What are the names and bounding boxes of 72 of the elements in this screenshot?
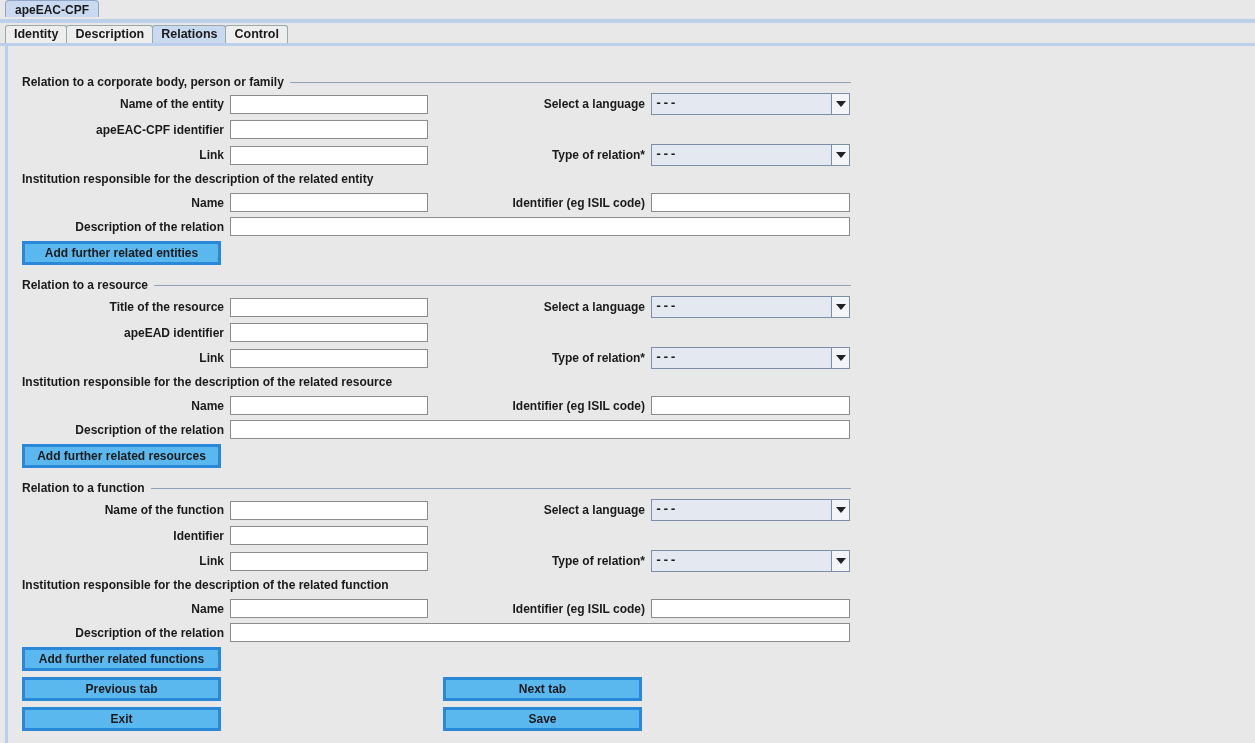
dropdown[interactable]: --- [651, 296, 850, 318]
field-label: Identifier [172, 527, 224, 545]
text-field[interactable] [230, 623, 850, 642]
field-label: Name of the entity [119, 96, 224, 113]
text-field[interactable] [230, 420, 850, 439]
text-field[interactable] [230, 297, 428, 317]
field-label: Select a language [542, 96, 645, 113]
add-button[interactable]: Add further related resources [22, 444, 221, 468]
add-button[interactable]: Add further related entities [22, 241, 221, 265]
dropdown-arrow-icon [835, 101, 846, 107]
text-field[interactable] [230, 217, 850, 236]
text-field[interactable] [651, 396, 850, 415]
tab[interactable]: Description [66, 25, 154, 43]
text-field[interactable] [230, 500, 428, 520]
nav-button[interactable]: Next tab [443, 677, 642, 701]
nav-button[interactable]: Exit [22, 707, 221, 731]
text-field[interactable] [230, 193, 428, 212]
field-label: Select a language [542, 299, 645, 316]
dropdown[interactable]: --- [651, 347, 850, 369]
field-label: Name [190, 397, 224, 415]
text-field[interactable] [230, 94, 428, 114]
field-label: Description of the relation [74, 218, 224, 236]
field-label: Description of the relation [74, 421, 224, 439]
tab[interactable]: Relations [152, 25, 227, 43]
field-label: Identifier (eg ISIL code) [511, 600, 645, 618]
field-label: Link [198, 147, 224, 164]
field-label: Link [198, 553, 224, 570]
field-label: Name of the function [103, 502, 224, 519]
field-label: Name [190, 194, 224, 212]
section-title: Relation to a corporate body, person or family [22, 74, 284, 91]
dropdown[interactable]: --- [651, 144, 850, 166]
field-label: Name [190, 600, 224, 618]
dropdown[interactable]: --- [651, 550, 850, 572]
subheading: Institution responsible for the description of the related entity [22, 171, 375, 188]
text-field[interactable] [230, 396, 428, 415]
text-field[interactable] [230, 599, 428, 618]
text-field[interactable] [230, 145, 428, 165]
dropdown-arrow-icon [835, 507, 846, 513]
text-field[interactable] [230, 348, 428, 368]
field-label: Identifier (eg ISIL code) [511, 194, 645, 212]
field-label: apeEAD identifier [122, 324, 224, 342]
field-label: apeEAC-CPF identifier [95, 121, 224, 139]
subheading: Institution responsible for the description of the related function [22, 577, 390, 594]
text-field[interactable] [651, 193, 850, 212]
tab[interactable]: Control [225, 25, 288, 43]
field-label: Select a language [542, 502, 645, 519]
text-field[interactable] [230, 526, 428, 545]
section-title: Relation to a resource [22, 277, 149, 294]
field-label: Type of relation* [550, 350, 645, 367]
dropdown-arrow-icon [835, 152, 846, 158]
text-field[interactable] [230, 120, 428, 139]
field-label: Type of relation* [550, 147, 645, 164]
dropdown-arrow-icon [835, 355, 846, 361]
dropdown-arrow-icon [835, 304, 846, 310]
text-field[interactable] [230, 323, 428, 342]
nav-button[interactable]: Save [443, 707, 642, 731]
subheading: Institution responsible for the description of the related resource [22, 374, 394, 391]
field-label: Description of the relation [74, 624, 224, 642]
dropdown[interactable]: --- [651, 499, 850, 521]
dropdown-arrow-icon [835, 558, 846, 564]
field-label: Link [198, 350, 224, 367]
window-tab[interactable]: apeEAC-CPF [5, 0, 99, 17]
add-button[interactable]: Add further related functions [22, 647, 221, 671]
tab[interactable]: Identity [5, 25, 68, 43]
text-field[interactable] [230, 551, 428, 571]
field-label: Title of the resource [108, 299, 224, 316]
field-label: Type of relation* [550, 553, 645, 570]
section-title: Relation to a function [22, 480, 145, 497]
nav-button[interactable]: Previous tab [22, 677, 221, 701]
dropdown[interactable]: --- [651, 93, 850, 115]
text-field[interactable] [651, 599, 850, 618]
field-label: Identifier (eg ISIL code) [511, 397, 645, 415]
